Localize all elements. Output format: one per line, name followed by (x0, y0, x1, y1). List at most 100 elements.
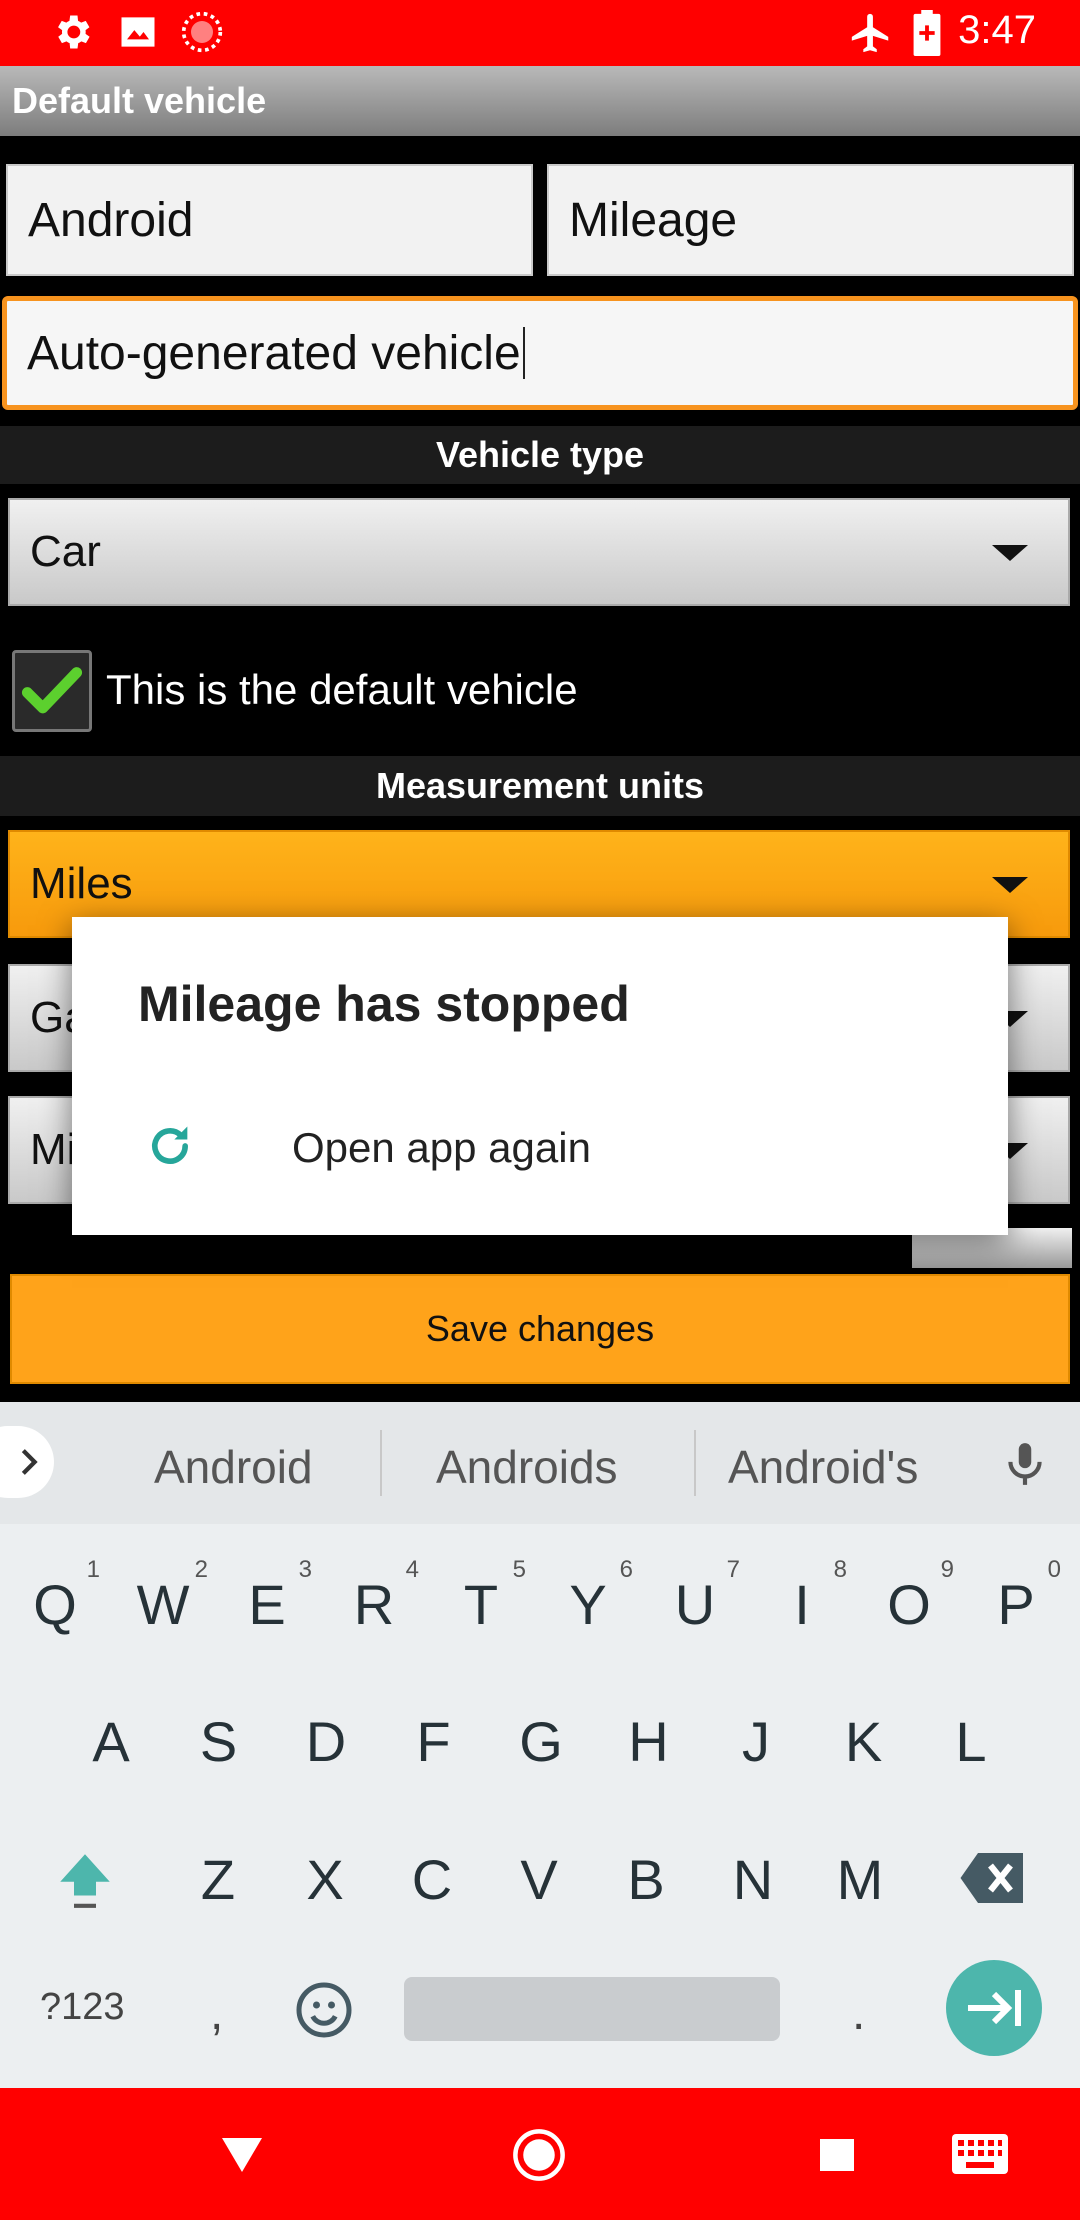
airplane-icon (851, 13, 889, 53)
backspace-icon[interactable] (958, 1850, 1028, 1906)
soft-keyboard: Android Androids Android's Q1W2E3R4T5Y6U… (0, 1402, 1080, 2088)
key-f[interactable]: F (389, 1709, 479, 1774)
microphone-icon[interactable] (1000, 1436, 1050, 1492)
key-c[interactable]: C (387, 1847, 477, 1912)
key-s[interactable]: S (174, 1709, 264, 1774)
refresh-icon[interactable] (144, 1120, 196, 1172)
checkmark-icon (21, 667, 83, 714)
dropdown-arrow-icon (992, 877, 1028, 893)
suggestion-1[interactable]: Android (154, 1440, 313, 1494)
save-changes-button[interactable]: Save changes (10, 1274, 1070, 1384)
key-r[interactable]: R4 (329, 1556, 419, 1637)
dropdown-arrow-icon (992, 545, 1028, 561)
default-vehicle-label: This is the default vehicle (106, 666, 578, 713)
app-crash-dialog: Mileage has stopped Open app again (72, 917, 1008, 1235)
period-key[interactable]: . (852, 1986, 865, 2041)
key-i[interactable]: I8 (757, 1556, 847, 1637)
measurement-units-header: Measurement units (0, 756, 1080, 816)
key-m[interactable]: M (815, 1847, 905, 1912)
key-x[interactable]: X (280, 1847, 370, 1912)
key-number-hint: 0 (1047, 1556, 1061, 1583)
model-field-value: Mileage (569, 193, 738, 247)
shift-icon[interactable] (52, 1845, 118, 1913)
key-b[interactable]: B (601, 1847, 691, 1912)
key-v[interactable]: V (494, 1847, 584, 1912)
navigation-bar (0, 2088, 1080, 2220)
keyboard-icon[interactable] (952, 2134, 1008, 2174)
key-number-hint: 3 (298, 1556, 312, 1583)
key-z[interactable]: Z (173, 1847, 263, 1912)
key-y[interactable]: Y6 (543, 1556, 633, 1637)
default-vehicle-checkbox[interactable] (12, 650, 92, 732)
key-label: U (674, 1573, 716, 1636)
open-app-again-button[interactable]: Open app again (292, 1124, 591, 1172)
key-label: W (136, 1573, 190, 1636)
key-t[interactable]: T5 (436, 1556, 526, 1637)
back-icon[interactable] (222, 2138, 262, 2172)
key-label: E (248, 1573, 286, 1636)
suggestion-2[interactable]: Androids (436, 1440, 618, 1494)
make-field-value: Android (28, 193, 194, 247)
model-field[interactable]: Mileage (547, 164, 1074, 276)
record-icon (181, 11, 223, 53)
app-title: Default vehicle (12, 80, 267, 121)
vehicle-type-value: Car (30, 527, 101, 576)
key-j[interactable]: J (711, 1709, 801, 1774)
description-field[interactable]: Auto-generated vehicle (2, 296, 1078, 410)
home-icon[interactable] (512, 2128, 566, 2182)
key-h[interactable]: H (604, 1709, 694, 1774)
key-label: T (463, 1573, 499, 1636)
space-bar[interactable] (404, 1977, 780, 2041)
key-d[interactable]: D (281, 1709, 371, 1774)
symbols-key[interactable]: ?123 (40, 1986, 125, 2029)
suggestion-strip: Android Androids Android's (0, 1402, 1080, 1524)
battery-icon (913, 10, 941, 56)
expand-suggestions-button[interactable] (0, 1426, 54, 1498)
economy-unit-value: Mi (30, 1125, 77, 1174)
key-k[interactable]: K (819, 1709, 909, 1774)
key-number-hint: 4 (405, 1556, 419, 1583)
next-button[interactable] (946, 1960, 1042, 2056)
key-n[interactable]: N (708, 1847, 798, 1912)
status-bar: 3:47 (0, 0, 1080, 66)
key-number-hint: 7 (726, 1556, 740, 1583)
key-label: Y (569, 1573, 607, 1636)
comma-key[interactable]: , (210, 1986, 223, 2041)
settings-icon (58, 15, 90, 49)
vehicle-type-spinner[interactable]: Car (8, 498, 1070, 606)
suggestion-divider (694, 1430, 696, 1496)
suggestion-divider (380, 1430, 382, 1496)
text-cursor (522, 327, 525, 379)
next-arrow-icon (968, 1990, 1021, 2026)
key-number-hint: 9 (940, 1556, 954, 1583)
key-label: P (997, 1573, 1035, 1636)
make-field[interactable]: Android (6, 164, 533, 276)
key-o[interactable]: O9 (864, 1556, 954, 1637)
key-number-hint: 8 (833, 1556, 847, 1583)
chevron-right-icon (21, 1449, 38, 1475)
key-label: O (887, 1573, 931, 1636)
description-field-value: Auto-generated vehicle (27, 326, 521, 380)
key-number-hint: 1 (86, 1556, 100, 1583)
key-number-hint: 2 (194, 1556, 208, 1583)
key-u[interactable]: U7 (650, 1556, 740, 1637)
key-label: I (794, 1573, 810, 1636)
key-g[interactable]: G (496, 1709, 586, 1774)
key-a[interactable]: A (66, 1709, 156, 1774)
suggestion-3[interactable]: Android's (728, 1440, 918, 1494)
distance-unit-value: Miles (30, 859, 133, 908)
image-icon (121, 17, 155, 47)
key-label: Q (33, 1573, 77, 1636)
app-bar: Default vehicle (0, 66, 1080, 136)
key-p[interactable]: P0 (971, 1556, 1061, 1637)
key-number-hint: 6 (619, 1556, 633, 1583)
key-w[interactable]: W2 (118, 1556, 208, 1637)
key-label: R (353, 1573, 395, 1636)
emoji-icon[interactable] (294, 1980, 354, 2040)
recents-icon[interactable] (820, 2139, 854, 2171)
key-l[interactable]: L (926, 1709, 1016, 1774)
key-q[interactable]: Q1 (10, 1556, 100, 1637)
key-e[interactable]: E3 (222, 1556, 312, 1637)
status-time: 3:47 (958, 8, 1036, 52)
dialog-title: Mileage has stopped (138, 976, 630, 1032)
